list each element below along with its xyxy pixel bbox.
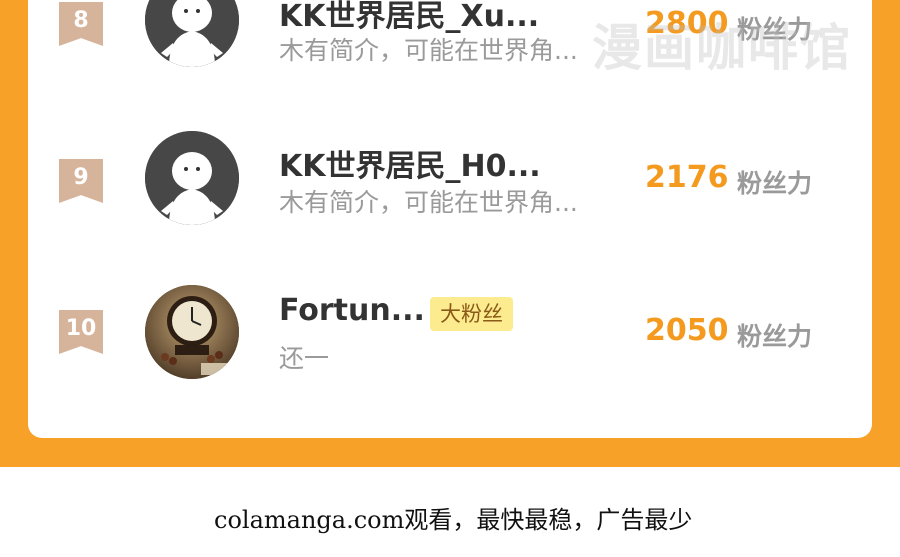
user-intro: 木有简介，可能在世界角... bbox=[279, 188, 578, 217]
fans-count: 2176 bbox=[645, 160, 729, 195]
fans-unit: 粉丝力 bbox=[737, 169, 813, 198]
rank-tag: 10 bbox=[59, 310, 103, 354]
avatar[interactable] bbox=[145, 285, 239, 379]
avatar[interactable] bbox=[145, 0, 239, 67]
user-intro: 还一 bbox=[279, 344, 330, 373]
footer-notice: colamanga.com观看，最快最稳，广告最少 bbox=[214, 506, 693, 534]
big-fan-badge: 大粉丝 bbox=[430, 297, 513, 331]
fans-unit: 粉丝力 bbox=[737, 322, 813, 351]
rank-tag: 9 bbox=[59, 159, 103, 203]
user-name[interactable]: Fortun... bbox=[279, 293, 425, 328]
watermark: 漫画咖啡馆 bbox=[592, 19, 852, 77]
ranking-row-9[interactable]: 9 KK世界居民_H0... 木有简介，可能在世界角... 2176 粉丝力 bbox=[0, 131, 900, 231]
default-ghost-avatar-icon bbox=[145, 0, 239, 67]
user-name[interactable]: KK世界居民_Xu... bbox=[279, 0, 539, 35]
user-intro: 木有简介，可能在世界角... bbox=[279, 36, 578, 65]
avatar[interactable] bbox=[145, 131, 239, 225]
clock-photo-avatar-icon bbox=[145, 285, 239, 379]
rank-tag: 8 bbox=[59, 2, 103, 46]
fans-count: 2050 bbox=[645, 313, 729, 348]
ranking-row-10[interactable]: 10 Fortun... 大粉丝 还一 2050 粉丝力 bbox=[0, 283, 900, 383]
default-ghost-avatar-icon bbox=[145, 131, 239, 225]
user-name[interactable]: KK世界居民_H0... bbox=[279, 141, 541, 185]
